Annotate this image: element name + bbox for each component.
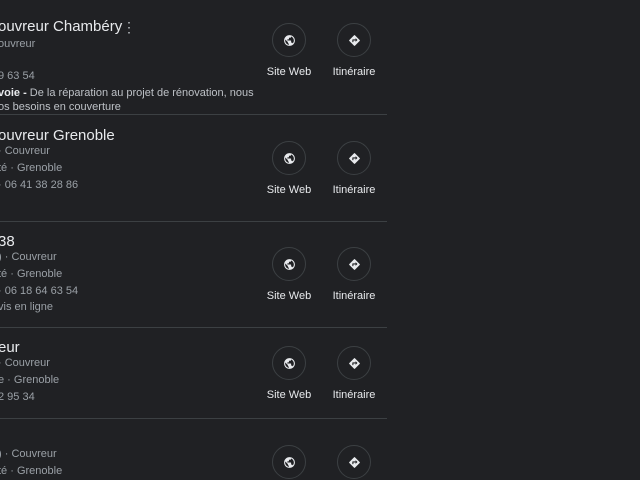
result-address: té · Grenoble (0, 465, 63, 477)
result-rating-category: ) · Couvreur (0, 448, 57, 460)
result-note: vis en ligne (0, 301, 54, 313)
directions-label: Itinéraire (332, 66, 376, 78)
directions-icon (348, 152, 360, 164)
result-description-2: os besoins en couverture (0, 101, 121, 113)
globe-icon (283, 152, 295, 164)
result-rating-category: · Couvreur (0, 357, 50, 369)
directions-button-circle[interactable] (337, 346, 371, 380)
globe-icon (283, 456, 295, 468)
result-address: té · Grenoble (0, 162, 63, 174)
directions-button[interactable] (314, 445, 394, 479)
directions-button[interactable]: Itinéraire (314, 23, 394, 78)
directions-button-circle[interactable] (337, 141, 371, 175)
result-card[interactable]: ouvreur Chambéry ⋮ ouvreur 9 63 54 voie … (0, 0, 387, 114)
directions-button[interactable]: Itinéraire (314, 141, 394, 196)
result-card[interactable]: ) · Couvreur té · Grenoble (0, 419, 387, 480)
result-phone: · 06 18 64 63 54 (0, 285, 79, 297)
directions-label: Itinéraire (332, 184, 376, 196)
directions-label: Itinéraire (332, 389, 376, 401)
globe-icon (283, 258, 295, 270)
result-card[interactable]: ouvreur Grenoble · Couvreur té · Grenobl… (0, 115, 387, 221)
directions-icon (348, 258, 360, 270)
result-title[interactable]: ouvreur Grenoble (0, 127, 115, 144)
result-title[interactable]: eur (0, 339, 20, 356)
local-results-list: ouvreur Chambéry ⋮ ouvreur 9 63 54 voie … (0, 0, 387, 480)
directions-icon (348, 456, 360, 468)
directions-button-circle[interactable] (337, 247, 371, 281)
result-phone: 9 63 54 (0, 70, 35, 82)
directions-button[interactable]: Itinéraire (314, 346, 394, 401)
result-title[interactable]: 38 (0, 233, 15, 250)
result-address: té · Grenoble (0, 268, 63, 280)
result-phone: 2 95 34 (0, 391, 35, 403)
result-rating-category: ) · Couvreur (0, 251, 57, 263)
result-category: ouvreur (0, 38, 36, 50)
directions-button-circle[interactable] (337, 445, 371, 479)
website-button-circle[interactable] (272, 346, 306, 380)
result-title[interactable]: ouvreur Chambéry (0, 18, 122, 35)
result-address: e · Grenoble (0, 374, 60, 386)
website-button-circle[interactable] (272, 23, 306, 57)
globe-icon (283, 357, 295, 369)
result-card[interactable]: eur · Couvreur e · Grenoble 2 95 34 Site… (0, 328, 387, 418)
directions-button[interactable]: Itinéraire (314, 247, 394, 302)
more-vert-icon[interactable]: ⋮ (122, 20, 136, 34)
directions-label: Itinéraire (332, 290, 376, 302)
description-highlight: voie - (0, 87, 27, 99)
result-phone: · 06 41 38 28 86 (0, 179, 79, 191)
directions-icon (348, 357, 360, 369)
website-button-circle[interactable] (272, 247, 306, 281)
directions-icon (348, 34, 360, 46)
description-text: De la réparation au projet de rénovation… (26, 87, 254, 99)
result-card[interactable]: 38 ) · Couvreur té · Grenoble · 06 18 64… (0, 222, 387, 327)
directions-button-circle[interactable] (337, 23, 371, 57)
website-button-circle[interactable] (272, 141, 306, 175)
website-button-circle[interactable] (272, 445, 306, 479)
result-rating-category: · Couvreur (0, 145, 50, 157)
result-description: voie - De la réparation au projet de rén… (0, 87, 254, 99)
globe-icon (283, 34, 295, 46)
